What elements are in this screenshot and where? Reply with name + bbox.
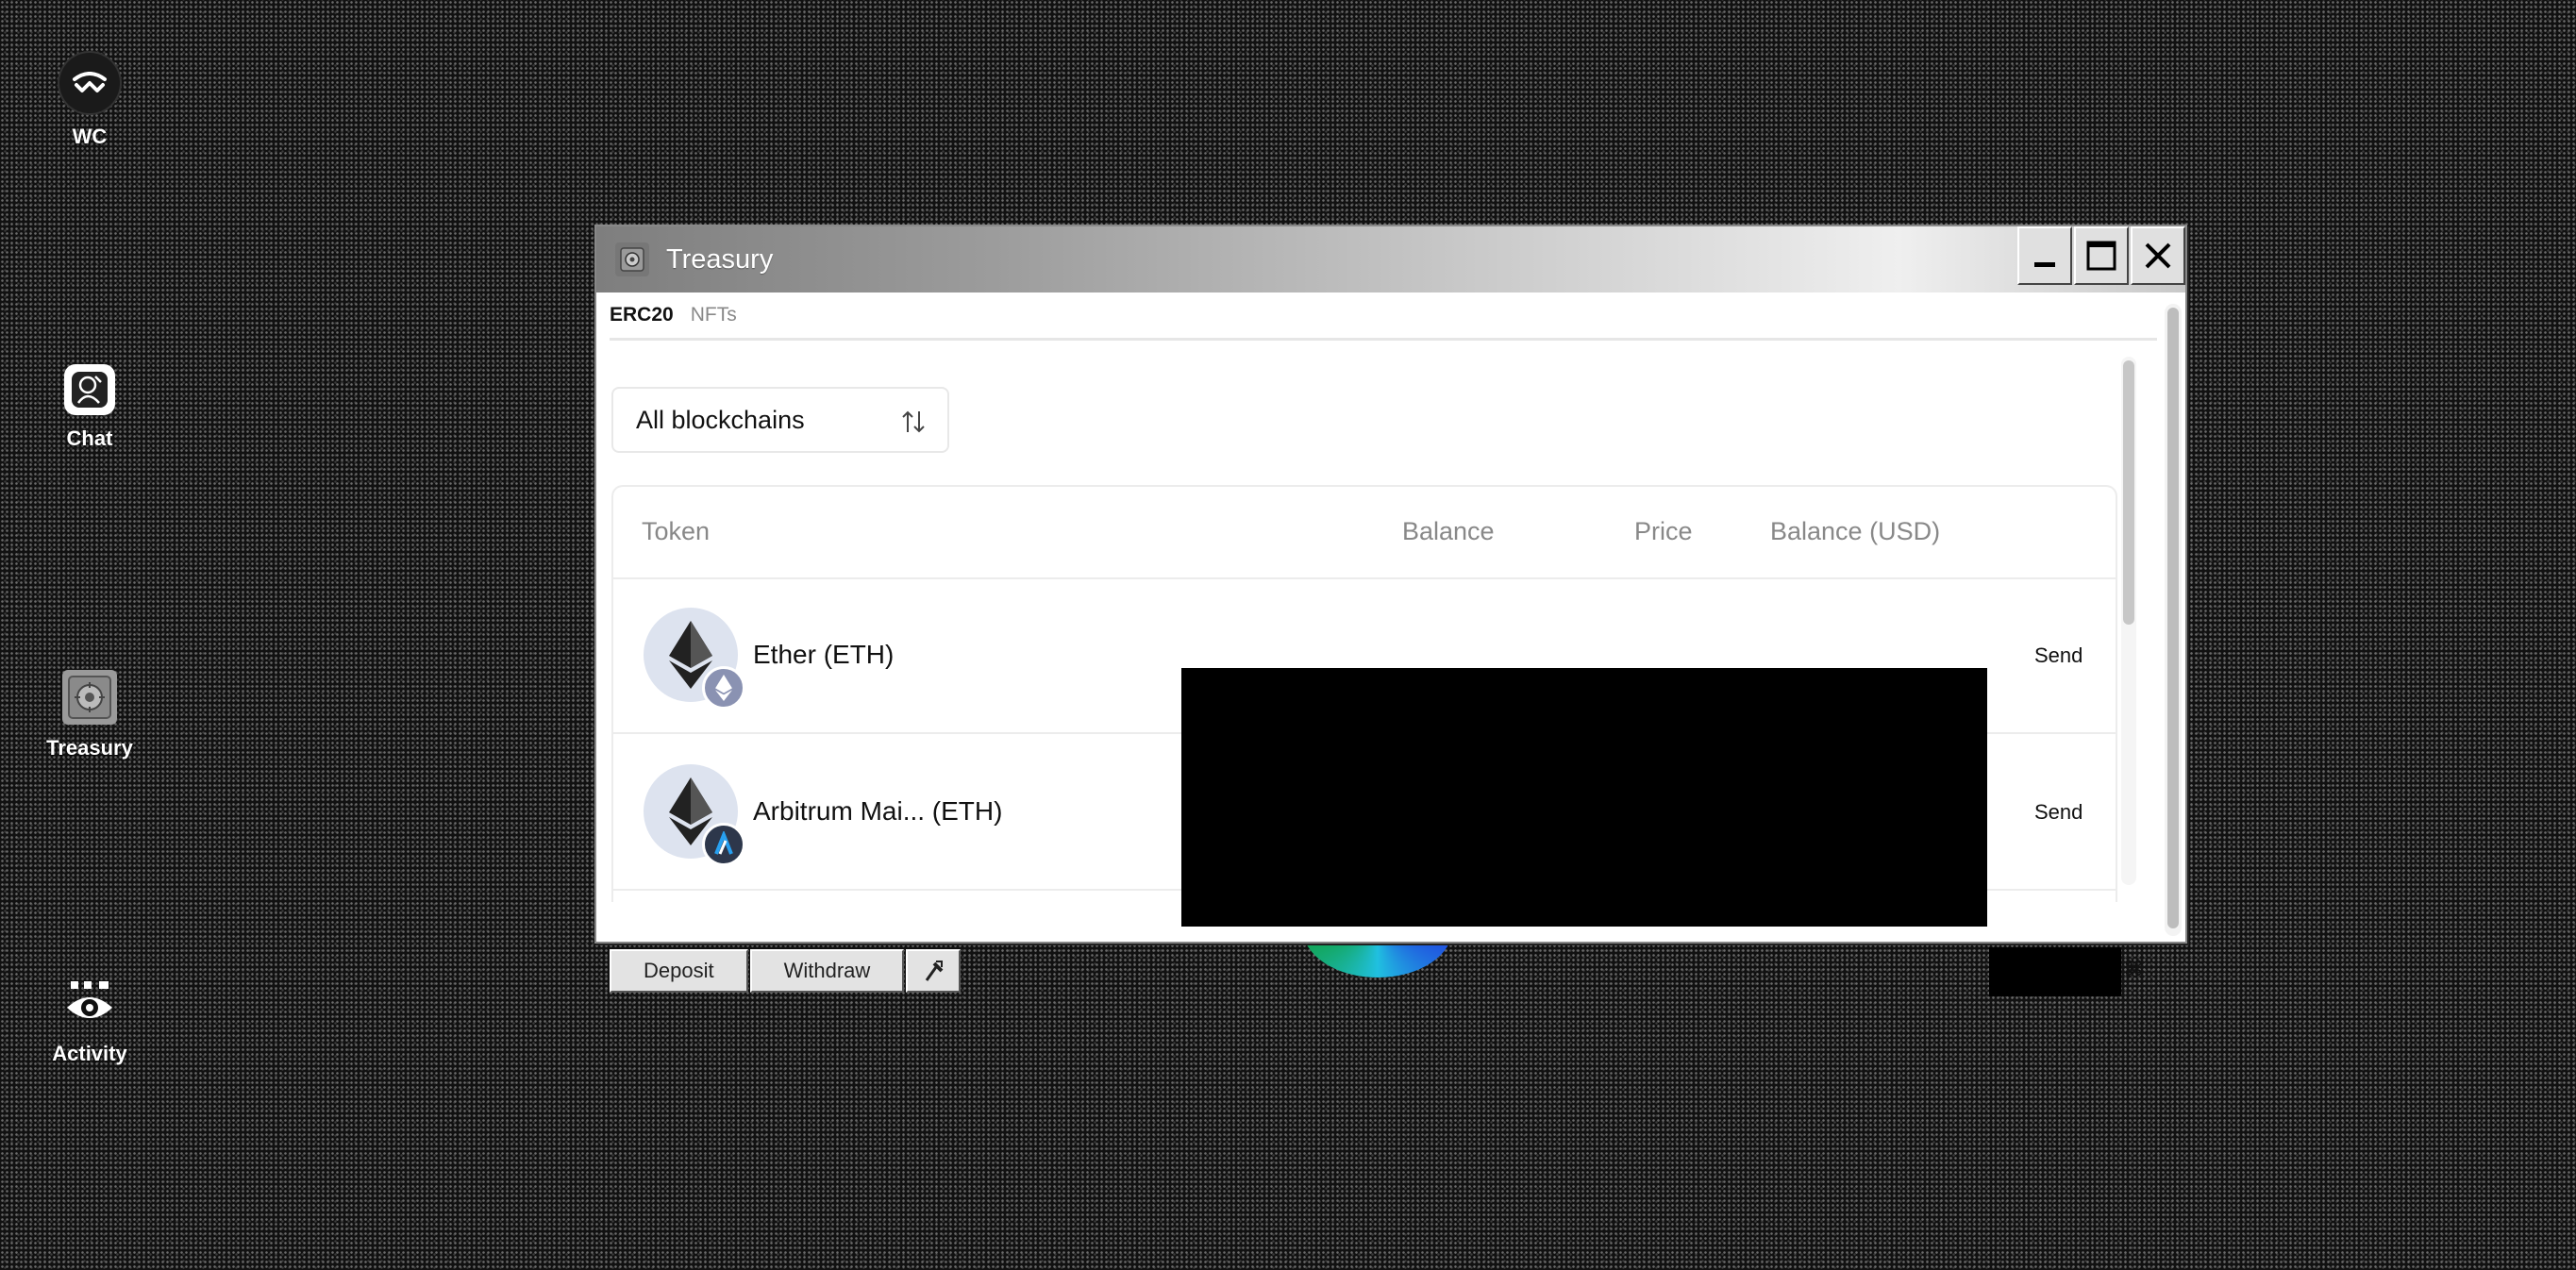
scrollbar-thumb[interactable]: [2123, 360, 2134, 625]
send-button[interactable]: Send: [2034, 643, 2083, 668]
ethereum-icon: [702, 666, 745, 710]
table-header: Token Balance Price Balance (USD): [613, 487, 2116, 579]
eye-icon: [63, 978, 116, 1030]
arbitrum-icon: [702, 823, 745, 866]
desktop-icon-treasury[interactable]: Treasury: [42, 670, 137, 760]
blockchain-filter-select[interactable]: All blockchains: [611, 387, 949, 453]
chat-icon: [64, 364, 115, 415]
treasury-icon: [615, 242, 649, 276]
window-titlebar[interactable]: Treasury: [596, 226, 2185, 292]
desktop-icon-label: Activity: [52, 1042, 127, 1065]
bottom-toolbar: Deposit Withdraw: [610, 949, 962, 993]
column-header-balance-usd: Balance (USD): [1770, 517, 1941, 545]
desktop-icon-label: WC: [72, 125, 108, 148]
redacted-total: [1989, 947, 2121, 996]
treasury-window: Treasury ERC20 NFTs All blockchains Toke…: [594, 225, 2187, 996]
window-content: ERC20 NFTs All blockchains Token Balance…: [596, 292, 2185, 996]
desktop-icon-label: Chat: [66, 426, 113, 450]
window-title: Treasury: [666, 243, 774, 275]
token-name: Ether (ETH): [753, 640, 895, 669]
tab-bar: ERC20 NFTs: [610, 292, 2157, 341]
tab-nfts[interactable]: NFTs: [691, 304, 737, 326]
send-button[interactable]: Send: [2034, 800, 2083, 825]
tab-erc20[interactable]: ERC20: [610, 304, 674, 326]
panel-scrollbar[interactable]: [2121, 357, 2136, 885]
token-name: Arbitrum Mai... (ETH): [753, 796, 1003, 826]
column-header-balance: Balance: [1402, 517, 1495, 545]
withdraw-button[interactable]: Withdraw: [749, 949, 905, 993]
deposit-button[interactable]: Deposit: [610, 949, 748, 993]
pipette-icon: [926, 961, 944, 981]
scrollbar-thumb[interactable]: [2167, 308, 2179, 928]
blockchain-filter-value: All blockchains: [636, 405, 805, 434]
column-header-token: Token: [642, 517, 711, 545]
window-scrollbar[interactable]: [2165, 304, 2182, 936]
treasury-icon: [62, 670, 117, 725]
minimize-button[interactable]: [2017, 226, 2072, 285]
desktop-icon-activity[interactable]: Activity: [42, 978, 137, 1066]
command-key-icon: ⌘: [2123, 957, 2144, 980]
walletconnect-icon: [59, 53, 120, 113]
pipette-button[interactable]: [906, 949, 962, 993]
desktop-icon-label: Treasury: [46, 736, 133, 760]
minimize-icon: [2034, 262, 2055, 267]
maximize-icon: [2086, 241, 2116, 271]
maximize-button[interactable]: [2074, 226, 2129, 285]
redacted-balances: [1181, 668, 1987, 927]
close-button[interactable]: [2131, 226, 2185, 285]
sort-arrows-icon: [902, 410, 925, 433]
column-header-price: Price: [1634, 517, 1693, 545]
close-icon: [2145, 242, 2171, 269]
desktop-icon-chat[interactable]: Chat: [42, 364, 137, 451]
desktop-icon-wc[interactable]: WC: [42, 53, 137, 149]
